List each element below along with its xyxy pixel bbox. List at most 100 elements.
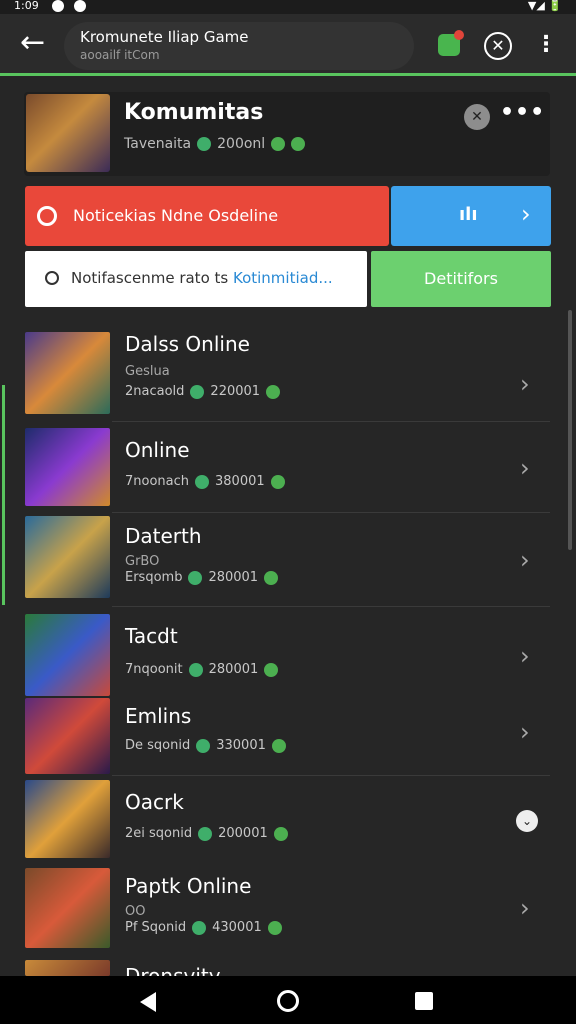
chevron-right-icon[interactable]: › — [520, 718, 530, 746]
game-meta: De sqonid 330001 — [125, 738, 286, 753]
game-meta: 7noonach 380001 — [125, 474, 285, 489]
game-thumbnail — [25, 428, 110, 506]
game-meta-value: 330001 — [216, 738, 266, 753]
system-nav-bar — [0, 976, 576, 1024]
details-button[interactable]: Detitifors — [371, 251, 551, 307]
game-subtitle: GrBO — [125, 554, 160, 569]
game-meta-label: 2nacaold — [125, 384, 185, 399]
community-subtitle: Tavenaita 200onl — [124, 136, 306, 152]
status-dot-icon — [271, 738, 286, 753]
community-count: 200onl — [217, 136, 266, 152]
status-dot-icon — [264, 570, 279, 585]
online-badge-icon — [195, 474, 210, 489]
game-meta-label: 2ei sqonid — [125, 826, 193, 841]
nav-back-icon[interactable] — [140, 992, 156, 1012]
game-thumbnail — [25, 780, 110, 858]
game-thumbnail — [25, 868, 110, 948]
online-badge-icon — [198, 826, 213, 841]
game-name: Dronsvity — [125, 964, 221, 976]
status-dot-icon — [291, 137, 306, 151]
game-meta: Ersqomb 280001 — [125, 570, 279, 585]
more-vertical-icon[interactable]: ⋮ — [535, 30, 557, 62]
online-badge-icon — [188, 570, 203, 585]
game-meta-value: 380001 — [215, 474, 265, 489]
online-badge-icon — [197, 137, 212, 151]
chevron-right-icon[interactable]: › — [520, 546, 530, 574]
status-dot-icon — [264, 662, 279, 677]
status-dot-icon — [266, 384, 281, 399]
status-dot-icon — [270, 474, 285, 489]
nav-recents-icon[interactable] — [415, 992, 433, 1010]
divider — [112, 606, 550, 607]
search-text-highlight: Kotinmitiad... — [232, 269, 333, 287]
game-meta: 7nqoonit 280001 — [125, 662, 279, 677]
divider — [112, 775, 550, 776]
game-name: Online — [125, 438, 190, 462]
game-subtitle: Geslua — [125, 364, 170, 379]
game-meta-value: 220001 — [210, 384, 261, 399]
online-badge-icon — [196, 738, 211, 753]
nav-home-icon[interactable] — [277, 990, 299, 1012]
game-controller-icon — [74, 0, 86, 12]
search-text: Notifascenme rato ts Kotinmitiad... — [71, 269, 333, 287]
game-meta-label: Pf Sqonid — [125, 920, 187, 935]
game-thumbnail — [25, 516, 110, 598]
chevron-down-icon[interactable]: ⌄ — [516, 810, 538, 832]
more-horizontal-icon[interactable]: ••• — [500, 100, 545, 125]
status-time: 1:09 — [14, 0, 39, 12]
game-meta-value: 430001 — [212, 920, 262, 935]
chevron-right-icon: › — [521, 200, 531, 228]
game-meta-value: 200001 — [218, 826, 268, 841]
search-icon — [45, 271, 59, 285]
signal-bars-icon: ılı — [459, 204, 478, 225]
online-badge-icon — [192, 920, 207, 935]
chevron-right-icon[interactable]: › — [520, 894, 530, 922]
dismiss-icon[interactable]: ✕ — [464, 104, 490, 130]
home-notification-icon[interactable] — [438, 30, 464, 56]
chevron-right-icon[interactable]: › — [520, 642, 530, 670]
game-meta: 2nacaold 220001 — [125, 384, 281, 399]
scrollbar[interactable] — [568, 310, 572, 550]
game-subtitle: OO — [125, 904, 146, 919]
game-thumbnail — [25, 698, 110, 774]
online-badge-icon — [188, 662, 203, 677]
community-avatar — [26, 94, 110, 172]
status-dot-icon — [273, 826, 288, 841]
status-dot-icon — [267, 920, 282, 935]
back-arrow-icon[interactable]: ← — [20, 26, 52, 62]
game-thumbnail — [25, 332, 110, 414]
community-header-card: Komumitas Tavenaita 200onl ✕ ••• — [24, 92, 550, 176]
game-name: Tacdt — [125, 624, 178, 648]
game-meta-value: 280001 — [208, 662, 259, 677]
left-accent-line — [2, 385, 5, 605]
search-input[interactable]: Notifascenme rato ts Kotinmitiad... — [25, 251, 367, 307]
alert-icon — [37, 206, 57, 226]
signal-button[interactable]: ılı › — [391, 186, 551, 246]
status-indicators: ▼◢ 🔋 — [527, 0, 562, 12]
app-bar-title-pill[interactable]: Kromunete Iliap Game aooailf itCom — [64, 22, 414, 70]
divider — [112, 512, 550, 513]
game-meta: 2ei sqonid 200001 — [125, 826, 288, 841]
game-meta-label: 7nqoonit — [125, 662, 183, 677]
game-meta-label: De sqonid — [125, 738, 191, 753]
chevron-right-icon[interactable]: › — [520, 454, 530, 482]
notification-banner[interactable]: Noticekias Ndne Osdeline — [25, 186, 389, 246]
notification-banner-label: Noticekias Ndne Osdeline — [73, 206, 279, 225]
app-bar-title: Kromunete Iliap Game — [80, 28, 249, 46]
divider — [112, 421, 550, 422]
game-name: Emlins — [125, 704, 192, 728]
search-text-prefix: Notifascenme rato ts — [71, 269, 233, 287]
app-bar-subtitle: aooailf itCom — [80, 48, 160, 62]
game-thumbnail — [25, 614, 110, 696]
notification-dot — [454, 30, 464, 40]
chevron-right-icon[interactable]: › — [520, 370, 530, 398]
game-meta-label: Ersqomb — [125, 570, 183, 585]
community-subtitle-text: Tavenaita — [124, 136, 192, 152]
notification-icon — [52, 0, 64, 12]
game-meta-label: 7noonach — [125, 474, 190, 489]
game-meta-value: 280001 — [208, 570, 259, 585]
status-bar: 1:09 ▼◢ 🔋 — [0, 0, 576, 14]
online-badge-icon — [190, 384, 205, 399]
app-bar: ← Kromunete Iliap Game aooailf itCom ✕ ⋮ — [0, 14, 576, 76]
close-circle-icon[interactable]: ✕ — [484, 32, 512, 60]
